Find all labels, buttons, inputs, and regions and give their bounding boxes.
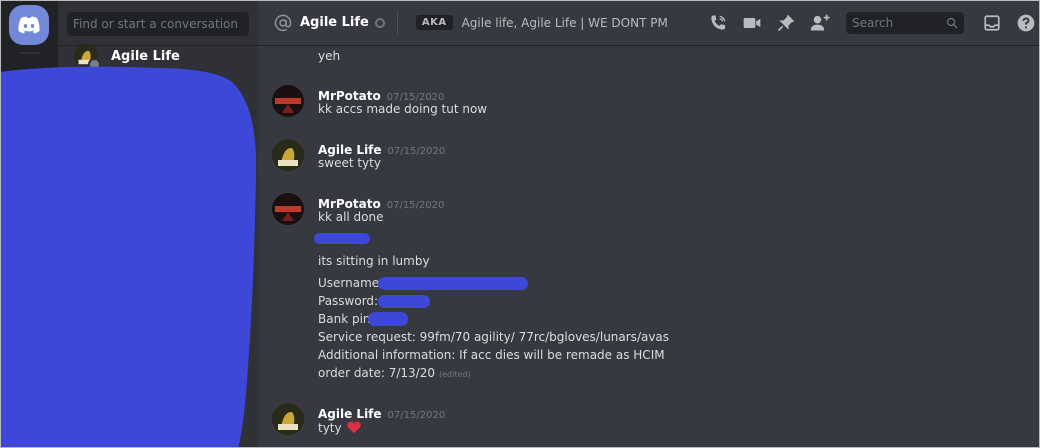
rail-separator <box>19 52 39 54</box>
timestamp: 07/15/2020 <box>387 410 446 421</box>
header-toolbar: Search <box>706 0 1040 46</box>
timestamp: 07/15/2020 <box>386 200 445 211</box>
message-text: tyty <box>318 420 362 435</box>
message-text: Bank pin: <box>318 312 375 326</box>
avatar[interactable] <box>272 403 304 435</box>
author-name[interactable]: Agile Life <box>318 407 382 421</box>
search-icon <box>946 17 958 29</box>
dm-search-bar: Find or start a conversation <box>58 0 258 46</box>
red-heart-icon <box>346 421 361 434</box>
message-text: Password: <box>318 294 379 308</box>
message-list: yeh MrPotato 07/15/2020 kk accs made doin… <box>258 46 1040 448</box>
message-text: sweet tyty <box>318 156 381 170</box>
start-video-call-button[interactable] <box>740 11 764 35</box>
pinned-messages-button[interactable] <box>774 11 798 35</box>
header-search-input[interactable]: Search <box>846 12 964 34</box>
at-sign-icon <box>274 14 292 31</box>
author-name[interactable]: MrPotato <box>318 89 381 103</box>
edited-label: (edited) <box>439 370 471 379</box>
chat-header: Agile Life AKA Agile life, Agile Life | … <box>258 0 1040 46</box>
find-conversation-input[interactable]: Find or start a conversation <box>67 12 249 36</box>
alias-list: Agile life, Agile Life | WE DONT PM <box>461 15 668 30</box>
pin-icon <box>777 14 795 32</box>
message-text: order date: 7/13/20 (edited) <box>318 366 471 380</box>
inbox-button[interactable] <box>980 11 1004 35</box>
aka-badge: AKA <box>415 15 453 30</box>
status-offline-icon <box>374 17 385 28</box>
message-text: kk all done <box>318 210 384 224</box>
redaction-mark <box>314 233 370 244</box>
avatar[interactable] <box>272 193 304 225</box>
timestamp: 07/15/2020 <box>387 146 446 157</box>
channel-title: Agile Life <box>300 15 369 30</box>
message-text: Additional information: If acc dies will… <box>318 348 665 362</box>
avatar <box>74 44 101 71</box>
help-button[interactable] <box>1014 11 1038 35</box>
discord-home-button[interactable] <box>9 5 49 45</box>
inbox-icon <box>984 15 1000 31</box>
message-text-content: tyty <box>318 421 342 435</box>
video-call-icon <box>743 18 761 28</box>
header-divider <box>396 11 398 34</box>
message-text: kk accs made doing tut now <box>318 102 488 116</box>
avatar[interactable] <box>272 139 304 171</box>
search-placeholder: Search <box>852 16 894 30</box>
author-name[interactable]: MrPotato <box>318 197 381 211</box>
help-icon <box>1017 14 1035 32</box>
phone-call-icon <box>711 15 726 30</box>
message-text: its sitting in lumby <box>318 254 430 268</box>
message-text: Service request: 99fm/70 agility/ 77rc/b… <box>318 330 670 344</box>
redaction-scribble <box>0 66 257 448</box>
add-friends-to-dm-button[interactable] <box>808 11 832 35</box>
discord-logo-icon <box>18 16 40 34</box>
message-text: yeh <box>318 49 341 63</box>
message-text-content: order date: 7/13/20 <box>318 366 435 380</box>
redaction-mark <box>378 295 430 308</box>
message-text: Username: <box>318 276 384 290</box>
redaction-mark <box>378 277 528 290</box>
dm-item-label: Agile Life <box>111 48 180 64</box>
add-friend-icon <box>810 14 830 31</box>
redaction-mark <box>368 312 408 326</box>
start-voice-call-button[interactable] <box>706 11 730 35</box>
author-name[interactable]: Agile Life <box>318 143 382 157</box>
avatar[interactable] <box>272 85 304 117</box>
